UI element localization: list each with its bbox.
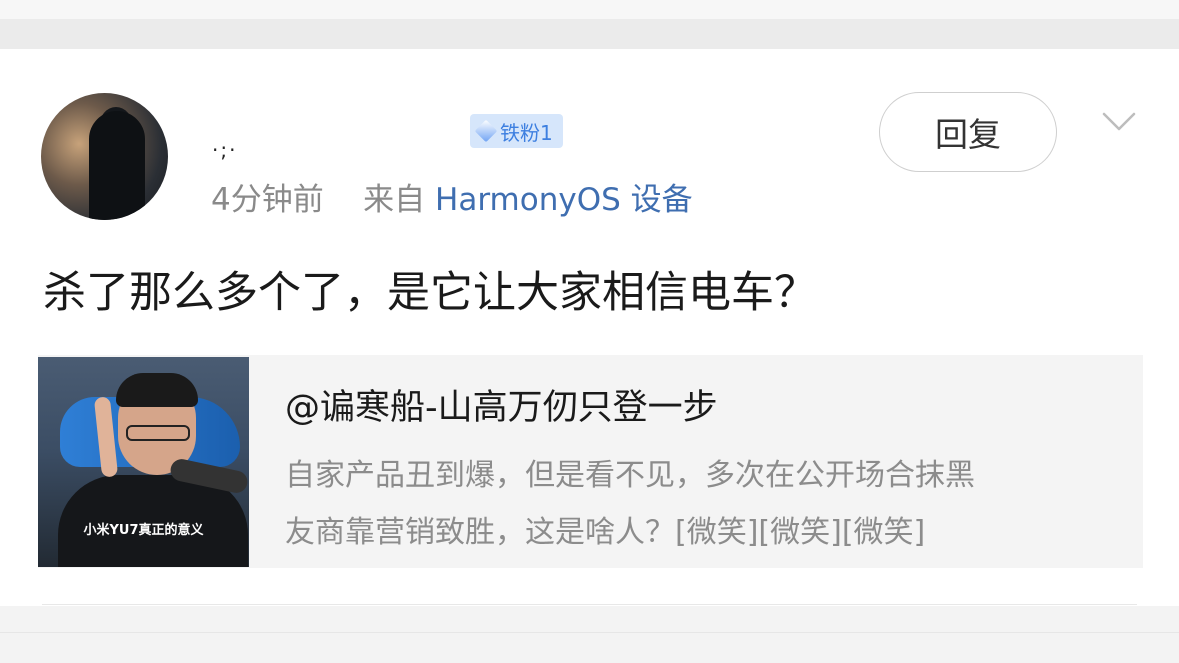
comment-meta: 4分钟前 来自 HarmonyOS 设备	[211, 174, 693, 219]
quoted-text-line: 自家产品丑到爆，但是看不见，多次在公开场合抹黑	[285, 458, 975, 493]
thumbnail-caption: 小米YU7真正的意义	[83, 523, 204, 538]
reply-button[interactable]: 回复	[879, 92, 1057, 172]
comment-text: 杀了那么多个了，是它让大家相信电车？	[43, 268, 817, 318]
fan-badge-label: 铁粉1	[500, 120, 553, 145]
fan-badge[interactable]: 铁粉1	[470, 114, 563, 148]
device-link[interactable]: HarmonyOS 设备	[435, 182, 693, 218]
avatar[interactable]	[41, 93, 168, 220]
source-label: 来自	[363, 182, 426, 218]
section-separator-top	[0, 19, 1179, 49]
divider	[42, 604, 1137, 605]
thumbnail-glasses	[126, 425, 190, 441]
quoted-post-card[interactable]: 小米YU7真正的意义 @谝寒船-山高万仞只登一步 自家产品丑到爆，但是看不见，多…	[38, 355, 1143, 568]
top-bar	[0, 0, 1179, 19]
thumbnail-hair	[116, 373, 198, 407]
quoted-author[interactable]: @谝寒船-山高万仞只登一步	[285, 379, 718, 430]
diamond-icon	[474, 119, 498, 143]
username[interactable]: ·;·	[212, 138, 237, 162]
avatar-figure-shape	[89, 111, 145, 220]
bottom-line	[0, 632, 1179, 633]
quoted-text-line: 友商靠营销致胜，这是啥人？[微笑][微笑][微笑]	[285, 515, 926, 550]
chevron-down-icon[interactable]	[1101, 104, 1137, 140]
section-separator-bottom	[0, 606, 1179, 663]
video-thumbnail[interactable]: 小米YU7真正的意义	[38, 357, 249, 567]
quoted-text: 自家产品丑到爆，但是看不见，多次在公开场合抹黑 友商靠营销致胜，这是啥人？[微笑…	[285, 447, 1125, 561]
post-time: 4分钟前	[211, 182, 324, 218]
